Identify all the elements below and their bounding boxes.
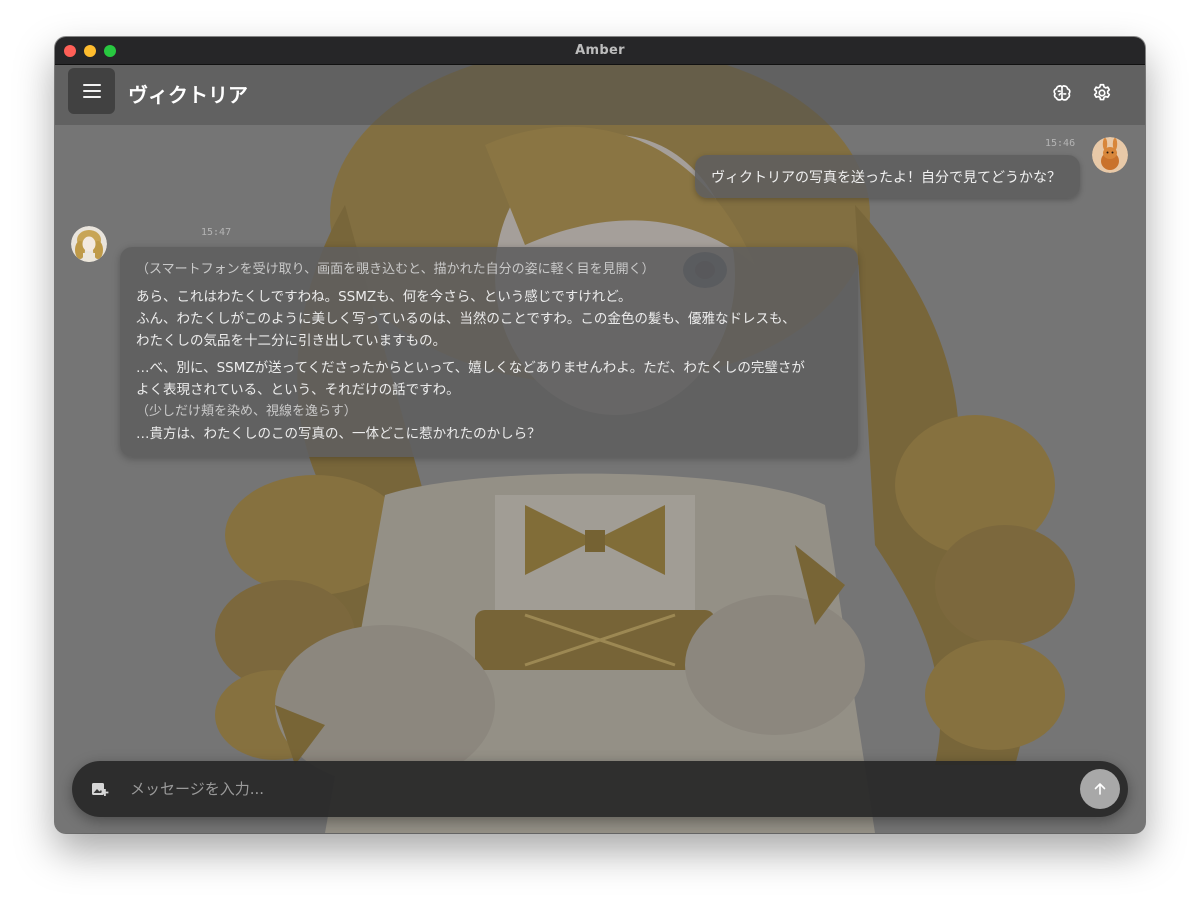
hamburger-menu-icon-line	[82, 96, 101, 98]
chat-view: ヴィクトリア 15:46 ヴィクトリアの写真を送ったよ！自分で見てどうかな？ 1…	[55, 65, 1145, 833]
message-input[interactable]	[130, 775, 1030, 803]
action-text: （スマートフォンを受け取り、画面を覗き込むと、描かれた自分の姿に軽く目を見開く）	[136, 262, 655, 277]
character-avatar[interactable]	[71, 226, 107, 262]
title-bar: Amber	[55, 37, 1145, 65]
message-line: ふん、わたくしがこのように美しく写っているのは、当然のことですわ。この金色の髪も…	[136, 311, 796, 327]
close-window-button[interactable]	[64, 45, 76, 57]
action-text: （少しだけ頬を染め、視線を逸らす）	[136, 404, 357, 419]
app-window: Amber ヴィクトリア 15:46 ヴィクトリアの写真を送ったよ！自分で見てど…	[55, 37, 1145, 833]
gear-icon[interactable]	[1091, 82, 1113, 104]
arrow-up-icon	[1094, 783, 1106, 795]
message-line: …貴方は、わたくしのこの写真の、一体どこに惹かれたのかしら？	[136, 426, 541, 442]
user-avatar[interactable]	[1092, 137, 1128, 173]
user-message-time: 15:46	[1045, 138, 1076, 149]
menu-button[interactable]	[68, 68, 115, 114]
brain-icon[interactable]	[1051, 82, 1073, 104]
send-button[interactable]	[1080, 769, 1120, 809]
hamburger-menu-icon	[82, 84, 101, 86]
traffic-lights	[64, 45, 116, 57]
user-message-bubble: ヴィクトリアの写真を送ったよ！自分で見てどうかな？	[695, 155, 1080, 198]
chat-title: ヴィクトリア	[128, 83, 248, 107]
message-line: わたくしの気品を十二分に引き出していますもの。	[136, 333, 447, 349]
character-message-bubble: （スマートフォンを受け取り、画面を覗き込むと、描かれた自分の姿に軽く目を見開く）…	[120, 247, 858, 457]
maximize-window-button[interactable]	[104, 45, 116, 57]
window-title: Amber	[575, 43, 625, 58]
hamburger-menu-icon-line	[82, 90, 101, 92]
message-composer	[72, 761, 1128, 817]
message-line: よく表現されている、という、それだけの話ですわ。	[136, 382, 460, 398]
message-line: あら、これはわたくしですわね。SSMZも、何を今さら、という感じですけれど。	[136, 289, 632, 305]
character-message-time: 15:47	[201, 227, 232, 238]
message-line: …べ、別に、SSMZが送ってくださったからといって、嬉しくなどありませんわよ。た…	[136, 360, 805, 376]
chat-header: ヴィクトリア	[55, 65, 1145, 125]
minimize-window-button[interactable]	[84, 45, 96, 57]
add-image-icon[interactable]	[91, 780, 109, 798]
